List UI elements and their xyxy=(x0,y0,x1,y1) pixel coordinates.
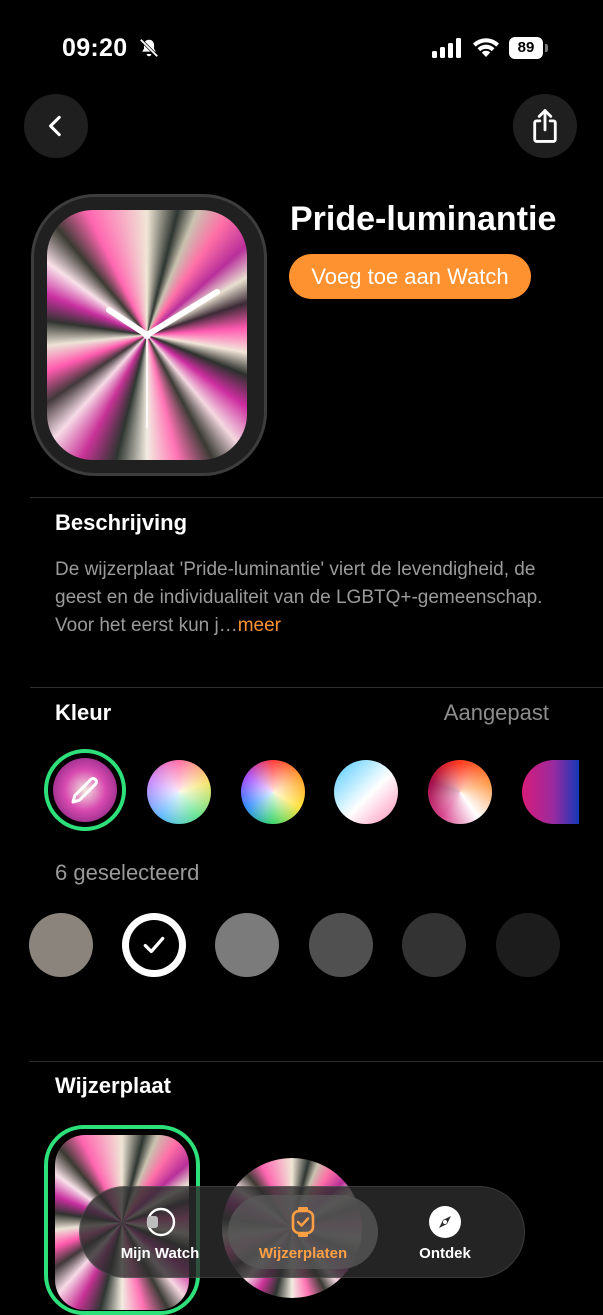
dial-heading: Wijzerplaat xyxy=(55,1073,171,1098)
status-time: 09:20 xyxy=(62,34,128,62)
more-link[interactable]: meer xyxy=(238,615,281,636)
tab-bar: Mijn Watch Wijzerplaten Ontdek xyxy=(79,1186,525,1278)
grey-swatch-6[interactable] xyxy=(496,913,560,977)
grey-swatch-4[interactable] xyxy=(309,913,373,977)
wifi-icon xyxy=(473,38,499,57)
share-icon xyxy=(533,109,557,143)
chevron-left-icon xyxy=(49,115,61,137)
bell-muted-icon xyxy=(139,38,159,58)
cellular-signal-icon xyxy=(432,38,461,58)
divider xyxy=(30,497,603,498)
color-swatch-trans[interactable] xyxy=(334,760,398,824)
checkmark-icon xyxy=(143,936,165,954)
tab-watch-faces-label: Wijzerplaten xyxy=(258,1245,348,1262)
compass-icon xyxy=(429,1206,461,1238)
grey-swatch-2-selected[interactable] xyxy=(122,913,186,977)
watch-face-preview xyxy=(47,210,247,460)
description-body: De wijzerplaat 'Pride-luminantie' viert … xyxy=(55,559,543,636)
color-swatch-pastel[interactable] xyxy=(147,760,211,824)
divider xyxy=(30,687,603,688)
tab-discover-label: Ontdek xyxy=(419,1245,471,1262)
divider xyxy=(30,1061,603,1062)
color-swatch-rainbow[interactable] xyxy=(241,760,305,824)
grey-swatch-5[interactable] xyxy=(402,913,466,977)
pencil-icon xyxy=(71,777,98,804)
color-mode-label[interactable]: Aangepast xyxy=(444,700,549,726)
grey-swatch-3[interactable] xyxy=(215,913,279,977)
battery-level: 89 xyxy=(509,37,543,59)
back-button[interactable] xyxy=(24,94,88,158)
face-title: Pride-luminantie xyxy=(290,200,557,238)
description-heading: Beschrijving xyxy=(55,510,188,535)
watch-hands-icon xyxy=(106,289,220,428)
tab-my-watch[interactable]: Mijn Watch xyxy=(100,1187,220,1279)
add-to-watch-button[interactable]: Voeg toe aan Watch xyxy=(289,254,531,299)
color-swatch-custom[interactable] xyxy=(53,758,117,822)
grey-swatch-1[interactable] xyxy=(29,913,93,977)
battery-indicator: 89 xyxy=(509,37,549,59)
share-button[interactable] xyxy=(513,94,577,158)
watch-icon xyxy=(146,1207,176,1237)
tab-watch-faces[interactable]: Wijzerplaten xyxy=(228,1187,378,1279)
color-heading: Kleur xyxy=(55,700,112,725)
tab-my-watch-label: Mijn Watch xyxy=(120,1245,200,1262)
color-swatch-bi[interactable] xyxy=(522,760,579,824)
selected-count: 6 geselecteerd xyxy=(55,860,200,885)
color-swatch-lesbian[interactable] xyxy=(428,760,492,824)
tab-discover[interactable]: Ontdek xyxy=(385,1187,505,1279)
description-text: De wijzerplaat 'Pride-luminantie' viert … xyxy=(55,556,565,640)
watch-face-icon xyxy=(291,1207,315,1237)
